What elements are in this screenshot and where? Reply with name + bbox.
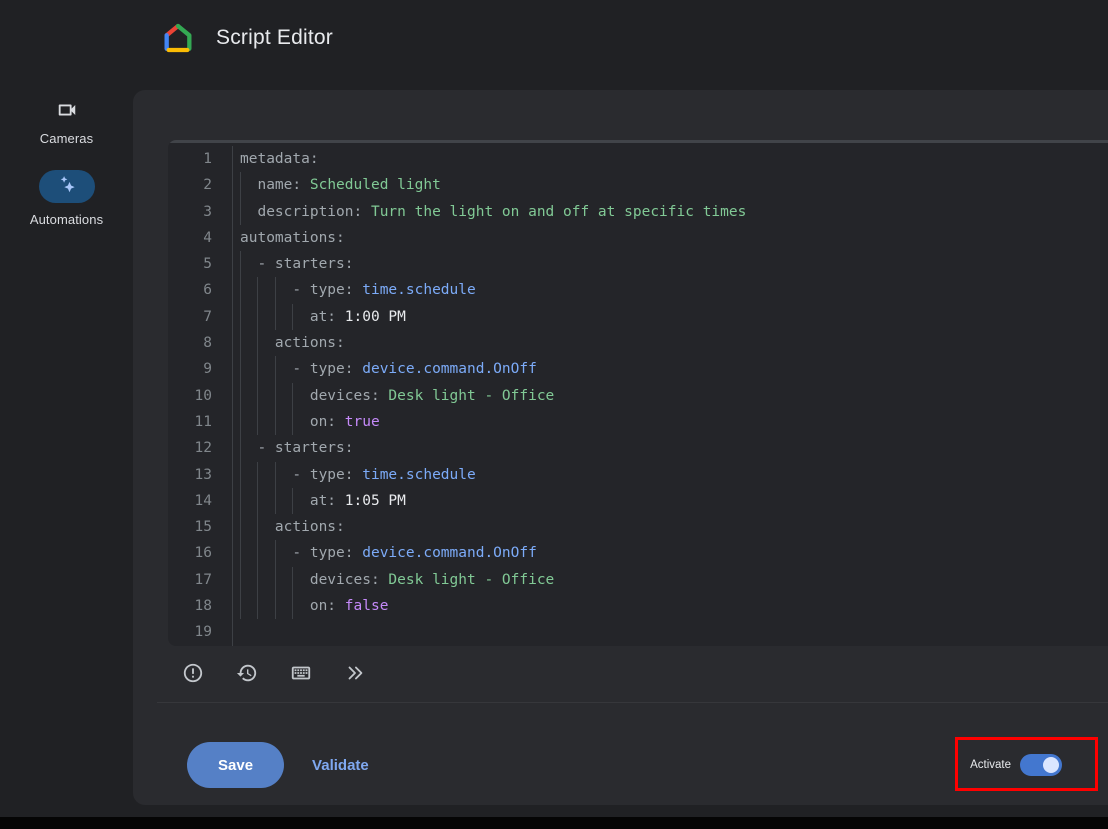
activate-toggle[interactable] <box>1020 754 1062 776</box>
google-home-logo-icon <box>162 22 194 54</box>
double-chevron-icon <box>344 662 366 684</box>
code-line[interactable]: 3 description: Turn the light on and off… <box>168 199 1108 225</box>
app-header: Script Editor <box>162 22 333 54</box>
code-line[interactable]: 4 automations: <box>168 225 1108 251</box>
line-number: 19 <box>168 619 212 645</box>
code-line[interactable]: 2 name: Scheduled light <box>168 172 1108 198</box>
save-button[interactable]: Save <box>187 742 284 788</box>
code-line[interactable]: 7 at: 1:00 PM <box>168 304 1108 330</box>
camera-icon <box>56 98 78 122</box>
line-number: 9 <box>168 356 212 382</box>
code-line[interactable]: 5 - starters: <box>168 251 1108 277</box>
line-number: 8 <box>168 330 212 356</box>
bottom-strip <box>0 817 1108 829</box>
code-line-content: description: Turn the light on and off a… <box>232 199 1108 225</box>
activate-label: Activate <box>970 759 1011 771</box>
line-number: 13 <box>168 462 212 488</box>
code-line-content: on: false <box>232 593 1108 619</box>
line-number: 11 <box>168 409 212 435</box>
code-line[interactable]: 18 on: false <box>168 593 1108 619</box>
history-icon <box>236 662 258 684</box>
editor-toolbar <box>181 650 367 696</box>
sidebar: Cameras Automations <box>0 92 133 227</box>
line-number: 10 <box>168 383 212 409</box>
code-line-content: actions: <box>232 514 1108 540</box>
code-line[interactable]: 6 - type: time.schedule <box>168 277 1108 303</box>
keyboard-button[interactable] <box>289 661 313 685</box>
line-number: 15 <box>168 514 212 540</box>
keyboard-icon <box>290 662 312 684</box>
line-number: 17 <box>168 567 212 593</box>
code-line[interactable]: 10 devices: Desk light - Office <box>168 383 1108 409</box>
code-line-content: - type: time.schedule <box>232 462 1108 488</box>
footer-divider <box>157 702 1108 703</box>
problems-button[interactable] <box>181 661 205 685</box>
expand-button[interactable] <box>343 661 367 685</box>
code-line-content: actions: <box>232 330 1108 356</box>
validate-button[interactable]: Validate <box>312 757 369 774</box>
code-line-content: name: Scheduled light <box>232 172 1108 198</box>
code-editor[interactable]: 1metadata:2 name: Scheduled light3 descr… <box>168 140 1108 646</box>
history-button[interactable] <box>235 661 259 685</box>
line-number: 16 <box>168 540 212 566</box>
sidebar-item-label: Cameras <box>40 131 93 146</box>
line-number: 1 <box>168 146 212 172</box>
activate-control: Activate <box>970 742 1062 788</box>
sidebar-item-automations[interactable]: Automations <box>30 170 103 227</box>
code-line[interactable]: 11 on: true <box>168 409 1108 435</box>
page-title: Script Editor <box>216 26 333 50</box>
code-line-content: at: 1:00 PM <box>232 304 1108 330</box>
sparkle-icon <box>57 174 77 199</box>
line-number: 5 <box>168 251 212 277</box>
line-number: 6 <box>168 277 212 303</box>
code-line-content: metadata: <box>232 146 1108 172</box>
line-number: 3 <box>168 199 212 225</box>
line-number: 18 <box>168 593 212 619</box>
automations-active-pill <box>39 170 95 203</box>
code-line-content: at: 1:05 PM <box>232 488 1108 514</box>
code-line-content: - starters: <box>232 435 1108 461</box>
code-line-content: on: true <box>232 409 1108 435</box>
line-number: 12 <box>168 435 212 461</box>
line-number: 14 <box>168 488 212 514</box>
error-icon <box>182 662 204 684</box>
code-line-content: - starters: <box>232 251 1108 277</box>
sidebar-item-cameras[interactable]: Cameras <box>40 98 93 146</box>
code-line-content: - type: time.schedule <box>232 277 1108 303</box>
line-number: 2 <box>168 172 212 198</box>
code-line[interactable]: 19 <box>168 619 1108 645</box>
code-line-content: - type: device.command.OnOff <box>232 356 1108 382</box>
line-number: 4 <box>168 225 212 251</box>
toggle-thumb <box>1043 757 1059 773</box>
code-line[interactable]: 13 - type: time.schedule <box>168 462 1108 488</box>
code-line-content <box>232 619 1108 645</box>
code-line[interactable]: 17 devices: Desk light - Office <box>168 567 1108 593</box>
sidebar-item-label: Automations <box>30 212 103 227</box>
code-lines: 1metadata:2 name: Scheduled light3 descr… <box>168 140 1108 646</box>
code-line[interactable]: 16 - type: device.command.OnOff <box>168 540 1108 566</box>
code-line-content: devices: Desk light - Office <box>232 383 1108 409</box>
code-line[interactable]: 1 metadata: <box>168 146 1108 172</box>
code-line-content: devices: Desk light - Office <box>232 567 1108 593</box>
code-line[interactable]: 12 - starters: <box>168 435 1108 461</box>
code-line[interactable]: 15 actions: <box>168 514 1108 540</box>
code-line[interactable]: 14 at: 1:05 PM <box>168 488 1108 514</box>
code-line-content: - type: device.command.OnOff <box>232 540 1108 566</box>
script-editor-panel: 1metadata:2 name: Scheduled light3 descr… <box>133 90 1108 805</box>
code-line-content: automations: <box>232 225 1108 251</box>
footer-actions: Save Validate <box>187 742 369 788</box>
code-line[interactable]: 8 actions: <box>168 330 1108 356</box>
code-line[interactable]: 9 - type: device.command.OnOff <box>168 356 1108 382</box>
line-number: 7 <box>168 304 212 330</box>
